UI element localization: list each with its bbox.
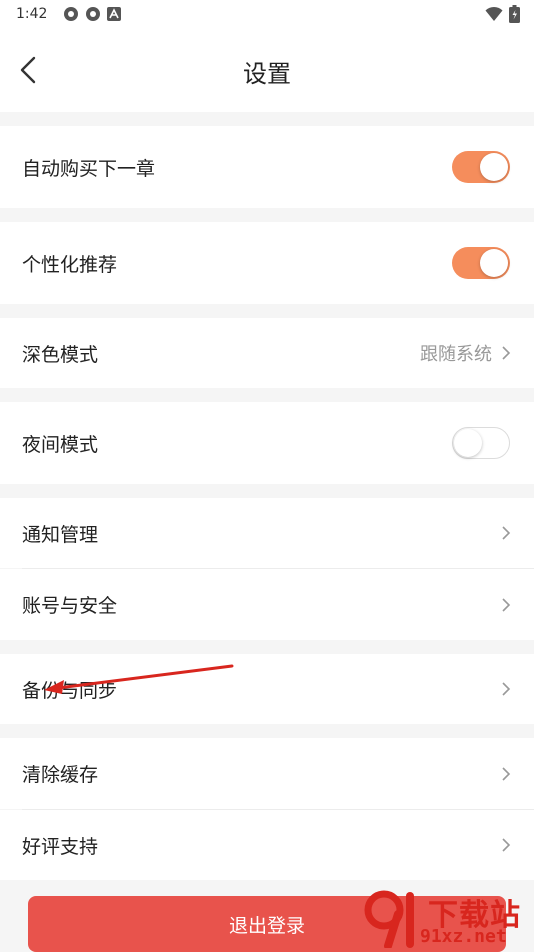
row-chevron	[500, 524, 512, 542]
app-icon-2	[86, 7, 101, 21]
status-notification-icons	[63, 6, 122, 22]
status-time: 1:42	[16, 6, 48, 22]
wifi-icon	[485, 6, 503, 21]
status-right-icons	[485, 5, 520, 23]
setting-row-dark-mode[interactable]: 深色模式 跟随系统	[0, 318, 534, 388]
auto-buy-toggle[interactable]	[452, 151, 510, 183]
row-chevron	[500, 765, 512, 783]
toggle-knob	[480, 153, 508, 181]
a-letter-icon	[107, 7, 122, 21]
watermark-91-icon	[364, 890, 414, 948]
chevron-right-icon	[502, 766, 511, 781]
setting-row-notifications[interactable]: 通知管理	[0, 498, 534, 568]
setting-label: 深色模式	[22, 343, 99, 366]
setting-label: 通知管理	[22, 523, 99, 546]
personalized-toggle[interactable]	[452, 247, 510, 279]
chevron-right-icon	[502, 346, 511, 360]
row-chevron	[500, 596, 512, 614]
setting-row-rate-support[interactable]: 好评支持	[0, 810, 534, 880]
setting-label: 清除缓存	[22, 764, 99, 786]
setting-row-night-mode[interactable]: 夜间模式	[0, 402, 534, 484]
annotation-arrow-icon	[44, 664, 234, 694]
setting-row-account-security[interactable]: 账号与安全	[0, 569, 534, 640]
page-title: 设置	[243, 60, 291, 88]
night-mode-toggle[interactable]	[452, 427, 510, 459]
setting-row-clear-cache[interactable]: 清除缓存	[0, 738, 534, 809]
chevron-right-icon	[502, 682, 511, 696]
setting-label: 自动购买下一章	[22, 157, 156, 180]
row-chevron	[500, 680, 512, 698]
setting-row-auto-buy[interactable]: 自动购买下一章	[0, 126, 534, 208]
watermark-logo: 下载站 91xz.net	[360, 888, 530, 948]
app-icon-1	[64, 7, 79, 21]
toggle-knob	[454, 429, 482, 457]
chevron-right-icon	[502, 597, 511, 612]
nav-header: 设置	[0, 28, 534, 112]
battery-icon	[509, 5, 520, 23]
setting-row-personalized[interactable]: 个性化推荐	[0, 222, 534, 304]
setting-label: 好评支持	[22, 835, 99, 858]
dark-mode-value: 跟随系统	[420, 344, 492, 365]
chevron-right-icon	[502, 838, 511, 852]
setting-label: 账号与安全	[22, 595, 118, 617]
setting-label: 夜间模式	[22, 433, 99, 456]
setting-label: 个性化推荐	[22, 253, 118, 276]
watermark-text-bottom: 91xz.net	[420, 926, 507, 947]
row-chevron	[500, 836, 512, 854]
chevron-right-icon	[502, 526, 511, 540]
status-bar: 1:42	[0, 0, 534, 28]
toggle-knob	[480, 249, 508, 277]
dark-mode-value-area: 跟随系统	[420, 340, 512, 366]
